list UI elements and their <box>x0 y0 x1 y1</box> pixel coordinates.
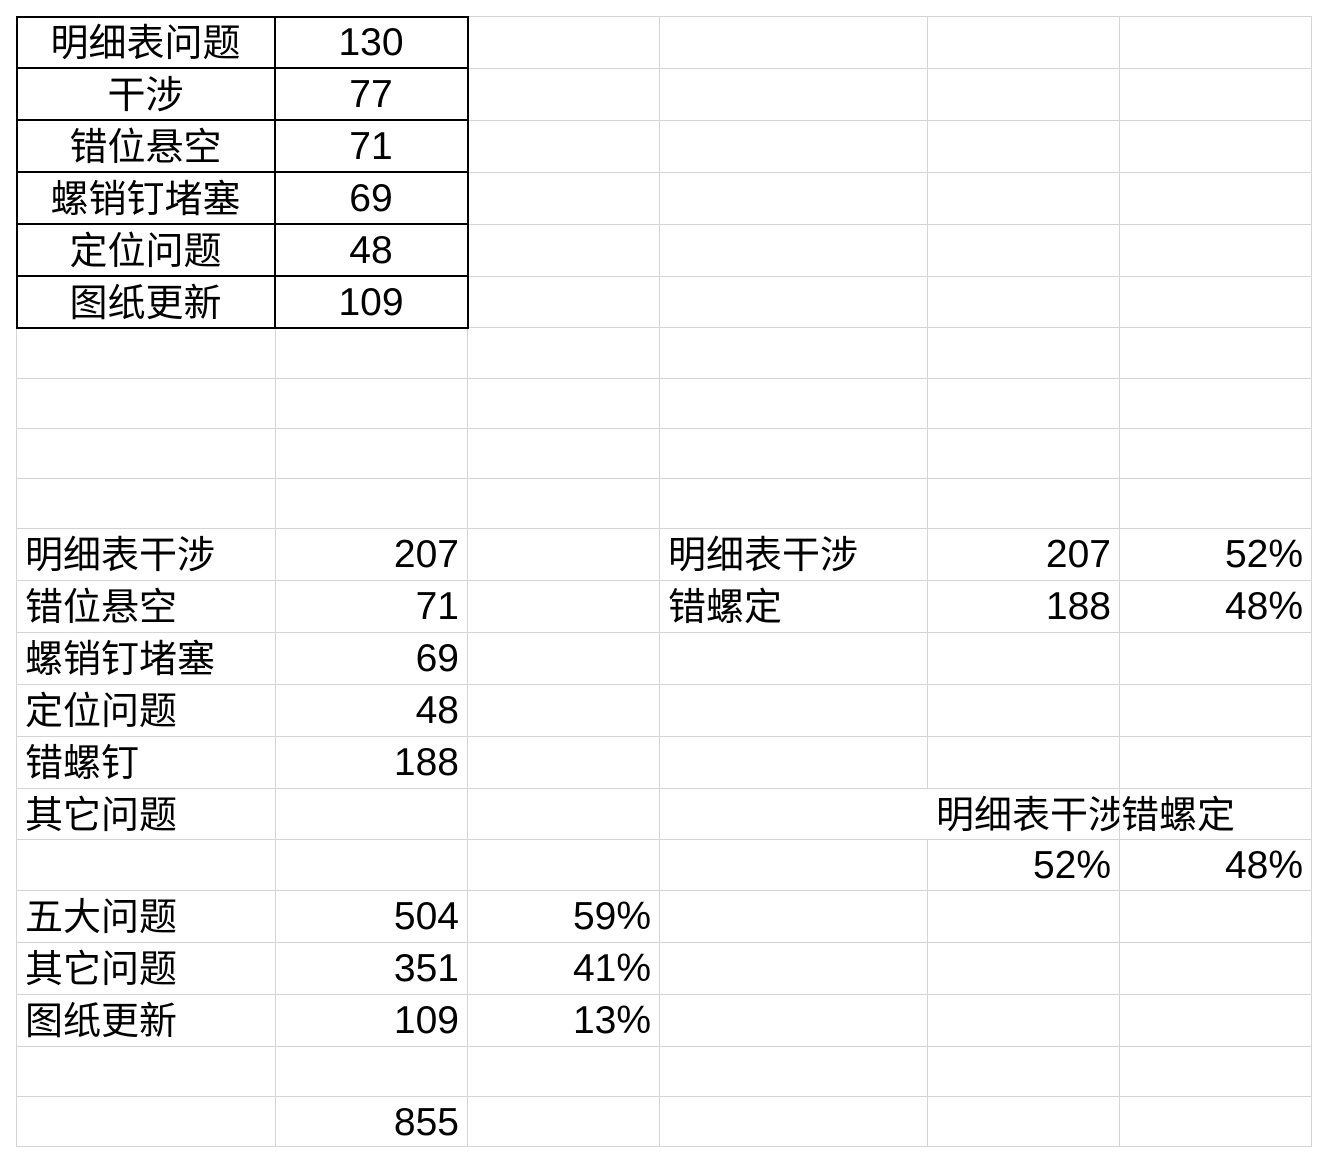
summary-value[interactable]: 504 <box>275 891 467 943</box>
top-table-label[interactable]: 图纸更新 <box>16 277 275 329</box>
summary-label[interactable]: 定位问题 <box>16 685 275 737</box>
horizontal-label[interactable]: 错螺定 <box>1119 789 1311 841</box>
top-table-value[interactable]: 109 <box>275 277 467 329</box>
summary-label[interactable]: 明细表干涉 <box>16 529 275 581</box>
summary-percent[interactable] <box>467 1097 659 1147</box>
summary-percent[interactable] <box>467 789 659 841</box>
ratio-value[interactable]: 207 <box>927 529 1119 581</box>
ratio-value[interactable]: 188 <box>927 581 1119 633</box>
summary-value[interactable]: 71 <box>275 581 467 633</box>
top-table-label[interactable]: 错位悬空 <box>16 121 275 173</box>
summary-value[interactable]: 207 <box>275 529 467 581</box>
summary-label[interactable]: 错螺钉 <box>16 737 275 789</box>
summary-value[interactable]: 48 <box>275 685 467 737</box>
summary-value[interactable] <box>275 789 467 841</box>
ratio-label[interactable]: 错螺定 <box>659 581 927 633</box>
summary-label[interactable] <box>16 840 275 892</box>
summary-label[interactable] <box>16 1097 275 1147</box>
summary-value[interactable]: 109 <box>275 995 467 1047</box>
top-table-value[interactable]: 77 <box>275 69 467 121</box>
summary-percent[interactable] <box>467 529 659 581</box>
summary-percent[interactable]: 13% <box>467 995 659 1047</box>
top-table-value[interactable]: 71 <box>275 121 467 173</box>
summary-label[interactable]: 五大问题 <box>16 891 275 943</box>
horizontal-percent[interactable]: 52% <box>927 840 1119 892</box>
top-table-label[interactable]: 干涉 <box>16 69 275 121</box>
summary-percent[interactable] <box>467 840 659 892</box>
summary-label[interactable]: 图纸更新 <box>16 995 275 1047</box>
summary-percent[interactable] <box>467 737 659 789</box>
summary-label[interactable]: 其它问题 <box>16 943 275 995</box>
summary-percent[interactable] <box>467 685 659 737</box>
horizontal-percent[interactable]: 48% <box>1119 840 1311 892</box>
summary-percent[interactable] <box>467 1046 659 1096</box>
top-table-label[interactable]: 螺销钉堵塞 <box>16 173 275 225</box>
summary-label[interactable]: 错位悬空 <box>16 581 275 633</box>
summary-value[interactable] <box>275 1046 467 1096</box>
top-table-label[interactable]: 明细表问题 <box>16 17 275 69</box>
horizontal-label[interactable]: 明细表干涉 <box>927 789 1119 841</box>
summary-value[interactable]: 351 <box>275 943 467 995</box>
top-table-label[interactable]: 定位问题 <box>16 225 275 277</box>
summary-value[interactable] <box>275 840 467 892</box>
summary-percent[interactable] <box>467 633 659 685</box>
ratio-percent[interactable]: 52% <box>1119 529 1311 581</box>
total-value[interactable]: 855 <box>275 1097 467 1147</box>
top-table-value[interactable]: 48 <box>275 225 467 277</box>
top-table-value[interactable]: 130 <box>275 17 467 69</box>
summary-label[interactable]: 其它问题 <box>16 789 275 841</box>
top-table-value[interactable]: 69 <box>275 173 467 225</box>
summary-label[interactable] <box>16 1046 275 1096</box>
ratio-percent[interactable]: 48% <box>1119 581 1311 633</box>
spreadsheet-grid[interactable]: 明细表问题 130 干涉 77 错位悬空 71 螺销钉堵塞 69 定位问题 48… <box>16 16 1312 1147</box>
summary-value[interactable]: 188 <box>275 737 467 789</box>
summary-percent[interactable]: 41% <box>467 943 659 995</box>
ratio-label[interactable]: 明细表干涉 <box>659 529 927 581</box>
summary-value[interactable]: 69 <box>275 633 467 685</box>
summary-percent[interactable]: 59% <box>467 891 659 943</box>
summary-label[interactable]: 螺销钉堵塞 <box>16 633 275 685</box>
summary-percent[interactable] <box>467 581 659 633</box>
